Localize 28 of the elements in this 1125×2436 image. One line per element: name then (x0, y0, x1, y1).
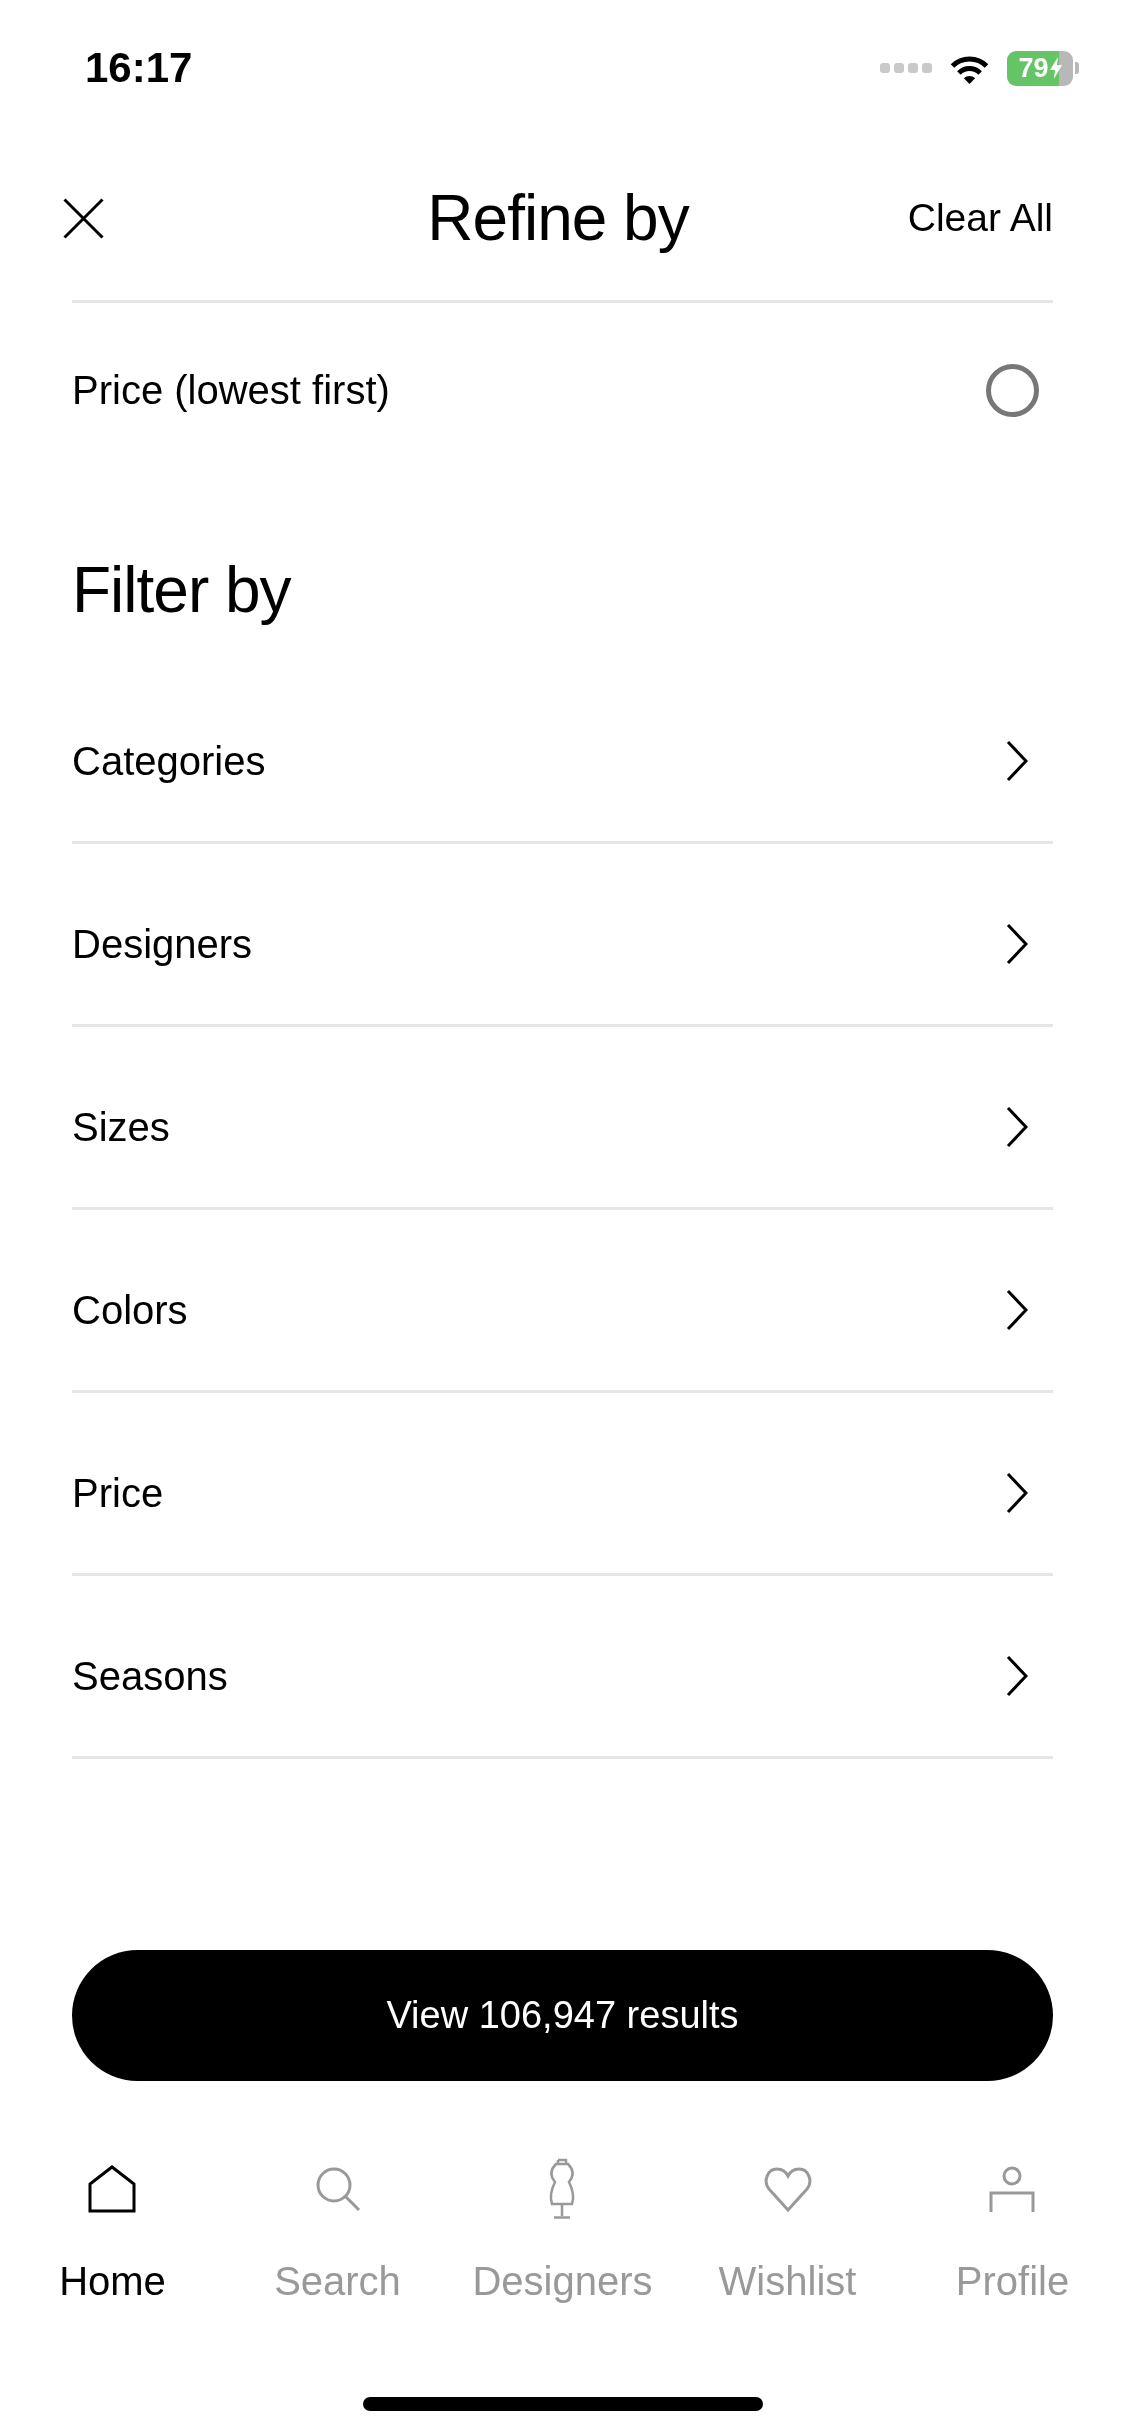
radio-button[interactable] (986, 363, 1039, 417)
chevron-right-icon (1006, 1106, 1028, 1148)
close-icon (63, 197, 104, 239)
filter-row[interactable]: Price (72, 1393, 1053, 1576)
tab-bar-item[interactable]: Home (59, 2158, 166, 2306)
search-icon (314, 2166, 361, 2212)
chevron-right-icon (1006, 1472, 1028, 1514)
filter-row[interactable]: Seasons (72, 1576, 1053, 1759)
battery-percentage: 79 (1018, 54, 1049, 82)
filter-row[interactable]: Sizes (72, 1027, 1053, 1210)
heart-icon (762, 2165, 813, 2213)
close-button[interactable] (63, 197, 104, 239)
page-title: Refine by (427, 180, 689, 256)
view-results-button[interactable]: View 106,947 results (72, 1950, 1053, 2081)
person-icon (989, 2166, 1036, 2212)
filter-row[interactable]: Colors (72, 1210, 1053, 1393)
section-heading: Filter by (72, 553, 293, 628)
status-time: 16:17 (85, 47, 193, 89)
filter-row[interactable]: Categories (72, 661, 1053, 844)
sort-option[interactable]: Price (lowest first) (72, 303, 1053, 477)
chevron-right-icon (1006, 923, 1028, 965)
clear-all-button[interactable]: Clear All (907, 194, 1053, 242)
home-icon (88, 2165, 137, 2213)
filter-row[interactable]: Designers (72, 844, 1053, 1027)
chevron-right-icon (1006, 1289, 1028, 1331)
signal-icon (880, 63, 932, 73)
chevron-right-icon (1006, 1655, 1028, 1697)
chevron-right-icon (1006, 740, 1028, 782)
